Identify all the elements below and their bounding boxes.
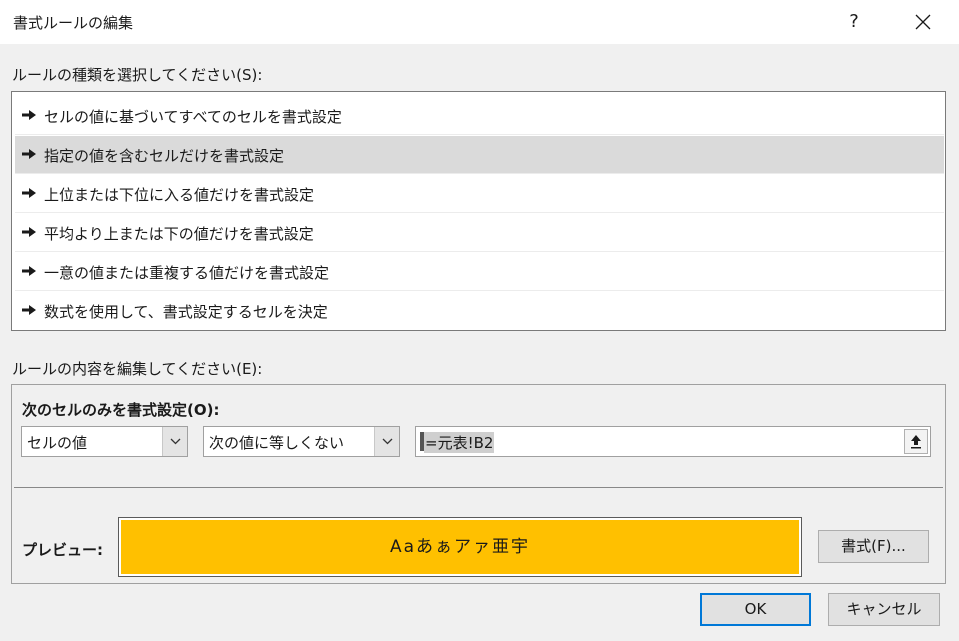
field-select-dropdown-button[interactable]	[162, 427, 187, 456]
operator-select-value: 次の値に等しくない	[209, 434, 345, 452]
rule-description-panel: 次のセルのみを書式設定(O): セルの値 次の値に等しくない =元表!B2 プレ…	[11, 384, 946, 584]
formula-input[interactable]: =元表!B2	[415, 426, 931, 457]
rule-type-label: ルールの種類を選択してください(S):	[12, 66, 263, 84]
close-button[interactable]	[905, 6, 941, 38]
rule-type-item-label: 平均より上または下の値だけを書式設定	[44, 225, 314, 243]
preview-sample-text: Aaあぁアァ亜宇	[121, 520, 799, 574]
rule-type-item-contains[interactable]: 指定の値を含むセルだけを書式設定	[15, 136, 944, 174]
rule-type-item-label: 一意の値または重複する値だけを書式設定	[44, 264, 330, 282]
rule-type-item-cell-value[interactable]: セルの値に基づいてすべてのセルを書式設定	[15, 97, 944, 135]
arrow-right-icon	[22, 227, 36, 237]
chevron-down-icon	[382, 438, 393, 445]
arrow-right-icon	[22, 188, 36, 198]
condition-label: 次のセルのみを書式設定(O):	[22, 401, 220, 419]
rule-type-item-average[interactable]: 平均より上または下の値だけを書式設定	[15, 214, 944, 252]
rule-type-item-label: セルの値に基づいてすべてのセルを書式設定	[44, 108, 342, 126]
operator-select[interactable]: 次の値に等しくない	[203, 426, 400, 457]
field-select[interactable]: セルの値	[21, 426, 188, 457]
preview-box: Aaあぁアァ亜宇	[118, 517, 802, 577]
arrow-right-icon	[22, 110, 36, 120]
arrow-right-icon	[22, 266, 36, 276]
arrow-right-icon	[22, 305, 36, 315]
rule-type-item-label: 数式を使用して、書式設定するセルを決定	[44, 303, 328, 321]
collapse-dialog-button[interactable]	[904, 429, 928, 454]
rule-type-item-label: 上位または下位に入る値だけを書式設定	[44, 186, 315, 204]
formula-input-value: =元表!B2	[424, 432, 495, 453]
chevron-down-icon	[170, 438, 181, 445]
arrow-right-icon	[22, 149, 36, 159]
rule-description-label: ルールの内容を編集してください(E):	[12, 360, 263, 378]
rule-type-item-label: 指定の値を含むセルだけを書式設定	[44, 147, 285, 165]
rule-type-item-unique-duplicate[interactable]: 一意の値または重複する値だけを書式設定	[15, 253, 944, 291]
format-button[interactable]: 書式(F)...	[818, 530, 929, 563]
title-bar: 書式ルールの編集 ?	[0, 0, 959, 44]
field-select-value: セルの値	[27, 434, 88, 452]
preview-label: プレビュー:	[22, 541, 103, 559]
rule-type-list: セルの値に基づいてすべてのセルを書式設定 指定の値を含むセルだけを書式設定 上位…	[11, 91, 946, 331]
arrow-up-icon	[911, 435, 921, 449]
divider	[14, 487, 943, 488]
close-icon	[915, 14, 931, 30]
cancel-button[interactable]: キャンセル	[828, 593, 940, 626]
dialog-title: 書式ルールの編集	[13, 14, 134, 32]
rule-type-item-top-bottom[interactable]: 上位または下位に入る値だけを書式設定	[15, 175, 944, 213]
operator-select-dropdown-button[interactable]	[374, 427, 399, 456]
ok-button[interactable]: OK	[700, 593, 811, 626]
help-button[interactable]: ?	[838, 6, 870, 38]
rule-type-item-formula[interactable]: 数式を使用して、書式設定するセルを決定	[15, 292, 944, 330]
